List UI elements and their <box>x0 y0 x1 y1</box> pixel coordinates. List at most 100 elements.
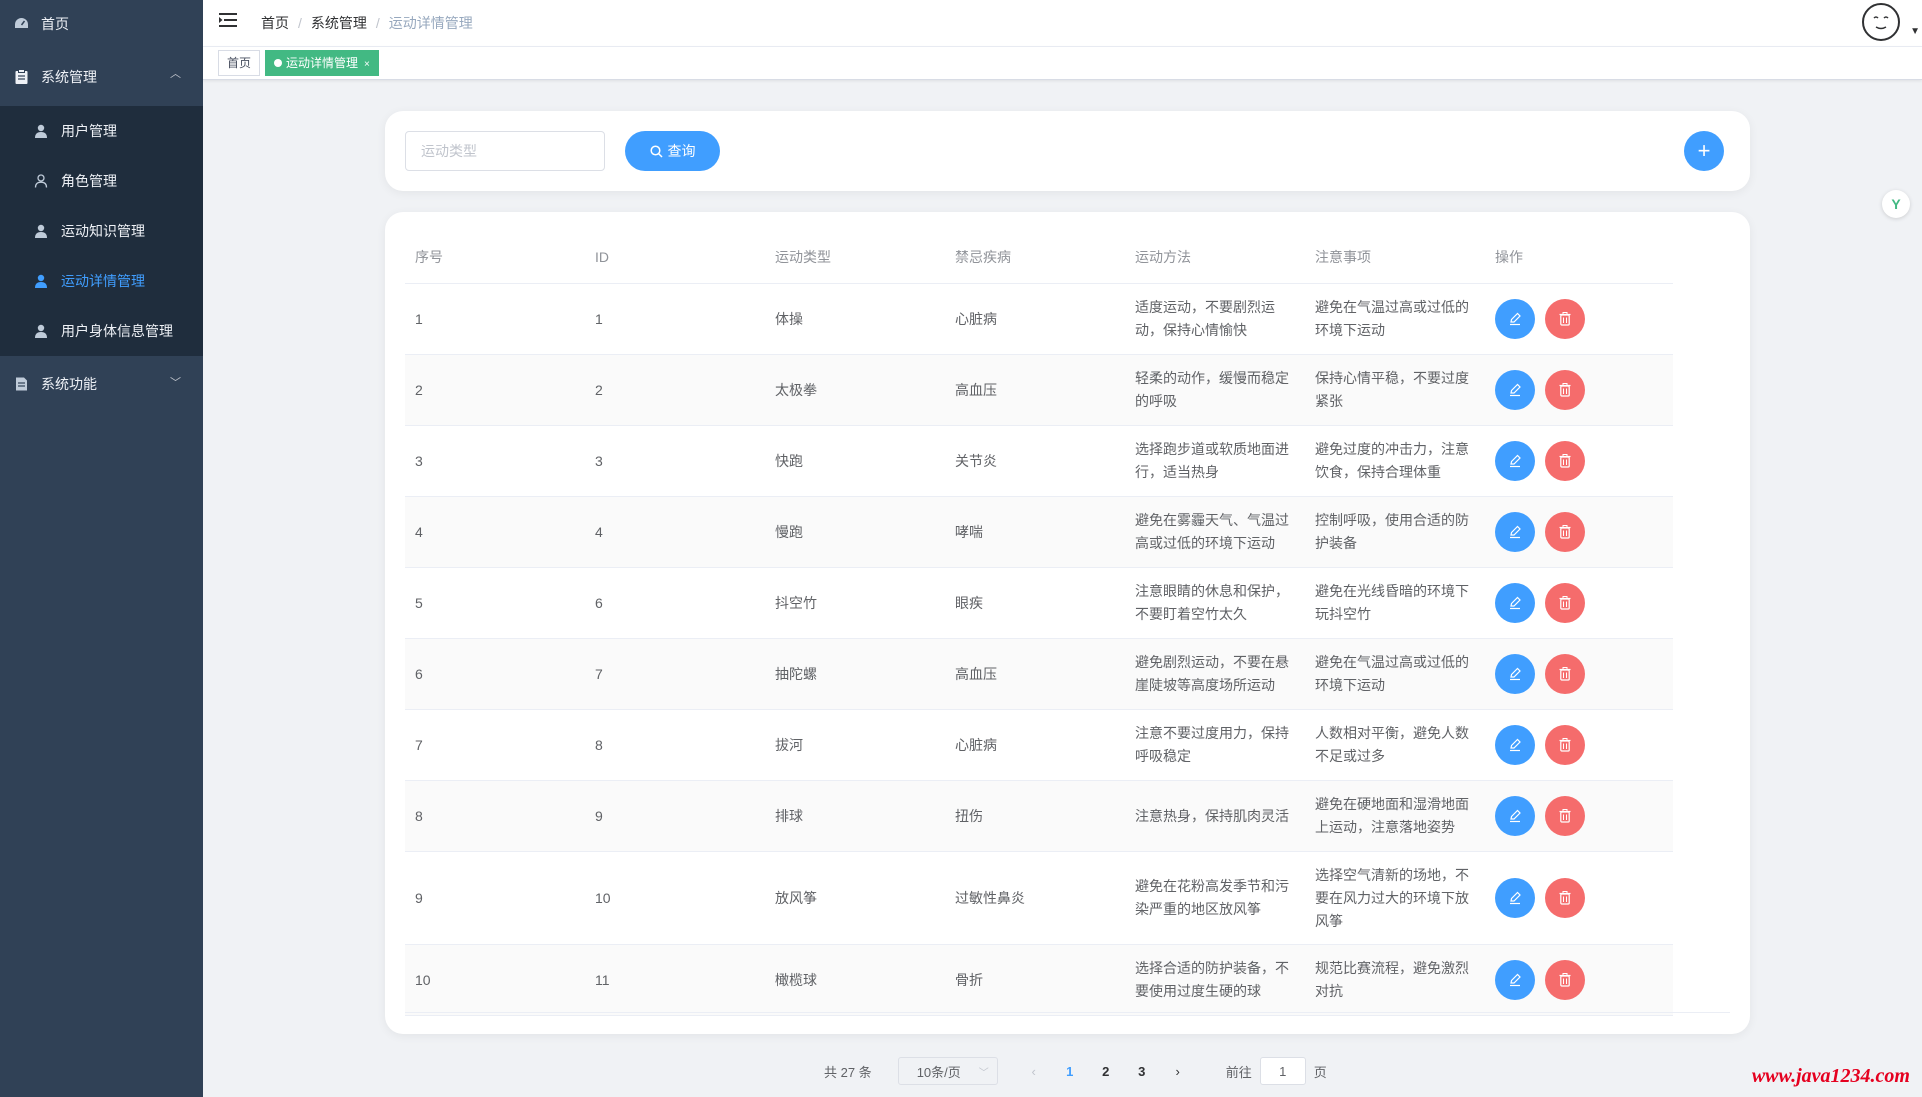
edit-button[interactable] <box>1495 654 1535 694</box>
cell-actions <box>1485 441 1673 481</box>
cell-no: 1 <box>415 310 423 327</box>
cell-type: 抖空竹 <box>775 594 817 611</box>
sidebar-item-body-info[interactable]: 用户身体信息管理 <box>0 306 203 356</box>
pagination-total: 共 27 条 <box>824 1064 872 1080</box>
cell-actions <box>1485 583 1673 623</box>
cell-type: 抽陀螺 <box>775 665 817 682</box>
delete-button[interactable] <box>1545 878 1585 918</box>
sidebar-item-home[interactable]: 首页 <box>0 0 203 47</box>
cell-note: 保持心情平稳，不要过度紧张 <box>1315 370 1469 409</box>
caret-down-icon[interactable]: ▼ <box>1910 26 1920 37</box>
table-row: 9 10 放风筝 过敏性鼻炎 避免在花粉高发季节和污染严重的地区放风筝 选择空气清新的场地… <box>405 852 1673 945</box>
delete-button[interactable] <box>1545 654 1585 694</box>
page-suffix: 页 <box>1313 1064 1327 1080</box>
cell-disease: 心脏病 <box>955 736 997 753</box>
breadcrumb-home[interactable]: 首页 <box>261 13 289 33</box>
search-input[interactable] <box>405 131 605 171</box>
sidebar-item-sport-detail[interactable]: 运动详情管理 <box>0 256 203 306</box>
edit-button[interactable] <box>1495 583 1535 623</box>
user-icon <box>33 223 49 239</box>
edit-icon <box>1508 891 1522 905</box>
column-header: 序号 <box>415 249 443 265</box>
edit-button[interactable] <box>1495 512 1535 552</box>
table-row: 1 1 体操 心脏病 适度运动，不要剧烈运动，保持心情愉快 避免在气温过高或过低的环境下运… <box>405 284 1673 355</box>
page-size-value: 10条/页 <box>916 1064 961 1080</box>
delete-button[interactable] <box>1545 512 1585 552</box>
cell-disease: 心脏病 <box>955 310 997 327</box>
avatar[interactable] <box>1862 3 1900 41</box>
cell-id: 6 <box>595 594 603 611</box>
floating-widget-icon[interactable]: Y <box>1882 190 1910 218</box>
tag-sport-detail[interactable]: 运动详情管理 × <box>265 50 379 76</box>
sidebar-item-user-mgmt[interactable]: 用户管理 <box>0 106 203 156</box>
delete-icon <box>1559 454 1571 468</box>
breadcrumb-system[interactable]: 系统管理 <box>311 13 367 33</box>
table-row: 2 2 太极拳 高血压 轻柔的动作，缓慢而稳定的呼吸 保持心情平稳，不要过度紧张 <box>405 355 1673 426</box>
page-2-button[interactable]: 2 <box>1091 1057 1121 1085</box>
page-size-select[interactable]: 10条/页 ﹀ <box>897 1057 998 1085</box>
cell-id: 1 <box>595 310 603 327</box>
cell-disease: 过敏性鼻炎 <box>955 889 1025 906</box>
column-header: 运动类型 <box>775 249 831 265</box>
sidebar-item-label: 用户管理 <box>61 123 117 139</box>
prev-page-button[interactable]: ‹ <box>1019 1057 1049 1085</box>
cell-no: 2 <box>415 381 423 398</box>
goto-page-input[interactable] <box>1259 1057 1306 1085</box>
delete-button[interactable] <box>1545 370 1585 410</box>
cell-method: 避免剧烈运动，不要在悬崖陡坡等高度场所运动 <box>1135 654 1289 693</box>
tag-home[interactable]: 首页 <box>218 50 261 76</box>
edit-button[interactable] <box>1495 878 1535 918</box>
cell-note: 避免在气温过高或过低的环境下运动 <box>1315 654 1469 693</box>
hamburger-icon[interactable] <box>219 12 239 32</box>
delete-button[interactable] <box>1545 960 1585 1000</box>
cell-method: 选择合适的防护装备，不要使用过度生硬的球 <box>1135 960 1289 999</box>
delete-button[interactable] <box>1545 441 1585 481</box>
cell-method: 适度运动，不要剧烈运动，保持心情愉快 <box>1135 299 1275 338</box>
cell-no: 3 <box>415 452 423 469</box>
edit-button[interactable] <box>1495 299 1535 339</box>
delete-button[interactable] <box>1545 299 1585 339</box>
add-button[interactable]: + <box>1684 131 1724 171</box>
cell-actions <box>1485 878 1673 918</box>
search-button-label: 查询 <box>667 143 696 159</box>
edit-button[interactable] <box>1495 370 1535 410</box>
edit-button[interactable] <box>1495 960 1535 1000</box>
table-card: 序号 ID 运动类型 禁忌疾病 运动方法 注意事项 操作 1 1 体操 心脏病 适度运动… <box>385 212 1750 1034</box>
sidebar-item-role-mgmt[interactable]: 角色管理 <box>0 156 203 206</box>
edit-button[interactable] <box>1495 796 1535 836</box>
cell-actions <box>1485 654 1673 694</box>
delete-icon <box>1559 809 1571 823</box>
column-header: 禁忌疾病 <box>955 249 1011 265</box>
delete-button[interactable] <box>1545 796 1585 836</box>
cell-actions <box>1485 370 1673 410</box>
page-1-button[interactable]: 1 <box>1055 1057 1085 1085</box>
cell-no: 10 <box>415 971 431 988</box>
cell-disease: 关节炎 <box>955 452 997 469</box>
cell-id: 3 <box>595 452 603 469</box>
sidebar-item-sport-knowledge[interactable]: 运动知识管理 <box>0 206 203 256</box>
search-icon <box>649 144 663 158</box>
cell-id: 10 <box>595 889 611 906</box>
table-header: 序号 ID 运动类型 禁忌疾病 运动方法 注意事项 操作 <box>405 232 1673 284</box>
user-icon <box>33 323 49 339</box>
column-header: 运动方法 <box>1135 249 1191 265</box>
edit-button[interactable] <box>1495 725 1535 765</box>
sidebar-item-label: 首页 <box>41 15 69 32</box>
delete-button[interactable] <box>1545 725 1585 765</box>
edit-button[interactable] <box>1495 441 1535 481</box>
cell-note: 控制呼吸，使用合适的防护装备 <box>1315 512 1469 551</box>
close-icon[interactable]: × <box>364 59 370 70</box>
delete-button[interactable] <box>1545 583 1585 623</box>
next-page-button[interactable]: › <box>1163 1057 1193 1085</box>
cell-note: 避免在气温过高或过低的环境下运动 <box>1315 299 1469 338</box>
divider <box>405 1012 1730 1013</box>
page-3-button[interactable]: 3 <box>1127 1057 1157 1085</box>
cell-type: 太极拳 <box>775 381 817 398</box>
edit-icon <box>1508 525 1522 539</box>
cell-no: 5 <box>415 594 423 611</box>
cell-type: 拔河 <box>775 736 803 753</box>
sidebar-item-system-mgmt[interactable]: 系统管理 ︿ <box>0 47 203 106</box>
search-button[interactable]: 查询 <box>625 131 720 171</box>
table-row: 5 6 抖空竹 眼疾 注意眼睛的休息和保护，不要盯着空竹太久 避免在光线昏暗的环境下玩抖空… <box>405 568 1673 639</box>
sidebar-item-system-func[interactable]: 系统功能 ﹀ <box>0 356 203 412</box>
